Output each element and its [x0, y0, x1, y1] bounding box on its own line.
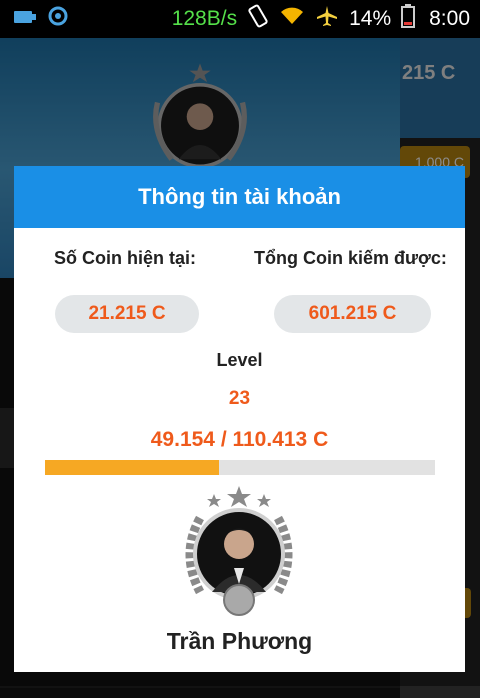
clock: 8:00 — [429, 7, 470, 30]
current-coin-value: 21.215 C — [55, 295, 199, 333]
phone-vibrate-icon — [247, 4, 269, 34]
dialog-title: Thông tin tài khoản — [138, 184, 341, 209]
dialog-header: Thông tin tài khoản — [14, 166, 465, 228]
current-coin-label: Số Coin hiện tại: — [54, 248, 196, 268]
level-value: 23 — [228, 388, 251, 409]
battery-icon — [401, 4, 416, 34]
status-bar: 128B/s 14% 8:00 — [0, 0, 480, 38]
network-speed: 128B/s — [171, 7, 238, 30]
user-name: Trần Phương — [166, 628, 313, 654]
total-coin-label: Tổng Coin kiếm được: — [254, 248, 447, 268]
level-progress-fill — [45, 460, 219, 475]
wifi-icon — [279, 6, 305, 32]
sync-icon — [48, 6, 68, 32]
usb-icon — [14, 7, 36, 31]
level-progress-text: 49.154 / 110.413 C — [150, 428, 329, 451]
level-progress-bar — [45, 460, 435, 475]
account-info-dialog: Thông tin tài khoản Số Coin hiện tại: Tổ… — [14, 166, 465, 672]
coin-labels-row: Số Coin hiện tại: Tổng Coin kiếm được: — [14, 228, 465, 286]
user-avatar[interactable] — [174, 484, 304, 629]
total-coin-value: 601.215 C — [274, 295, 431, 333]
battery-percent: 14% — [349, 7, 392, 30]
airplane-icon — [315, 4, 339, 34]
level-label: Level — [216, 350, 263, 370]
